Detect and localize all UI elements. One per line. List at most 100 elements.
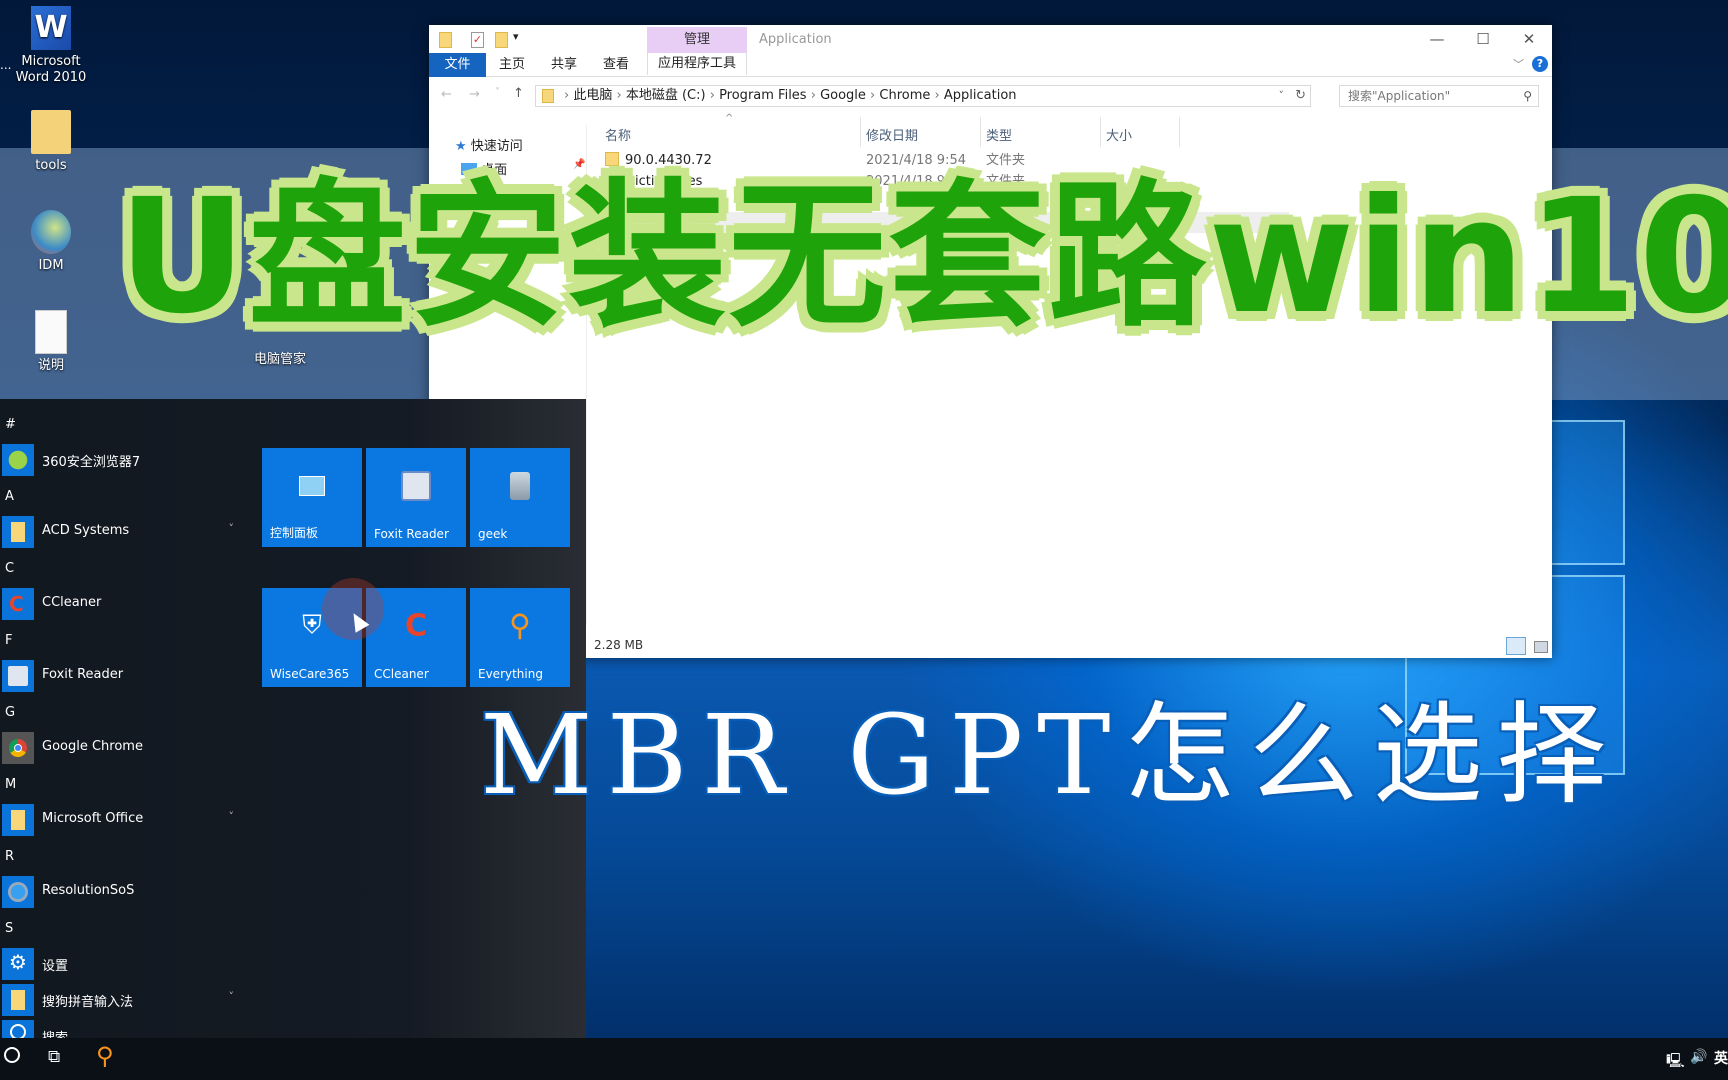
folder-icon[interactable]: [439, 32, 452, 48]
group-letter[interactable]: G: [5, 705, 15, 720]
app-item[interactable]: ResolutionSoS: [2, 876, 242, 908]
maximize-button[interactable]: ☐: [1460, 25, 1506, 53]
everything-taskbar-icon[interactable]: ⚲: [96, 1042, 114, 1070]
app-item[interactable]: C CCleaner: [2, 588, 242, 620]
tile-control-panel[interactable]: 控制面板: [262, 448, 362, 547]
column-date[interactable]: 修改日期: [866, 123, 918, 151]
nav-label: 快速访问: [470, 139, 523, 154]
tab-share[interactable]: 共享: [538, 53, 590, 77]
expand-ribbon-icon[interactable]: ﹀: [1513, 56, 1524, 72]
folder-icon: [31, 110, 71, 154]
large-icons-view-icon[interactable]: [1534, 641, 1548, 653]
desktop-icon-label: Microsoft: [21, 54, 81, 69]
tab-view[interactable]: 查看: [590, 53, 642, 77]
breadcrumb-item[interactable]: Program Files: [719, 88, 807, 103]
chevron-down-icon[interactable]: ˅: [229, 990, 235, 1003]
app-item[interactable]: ⚙ 设置: [2, 948, 242, 980]
tile-label: CCleaner: [374, 667, 429, 681]
column-size[interactable]: 大小: [1106, 123, 1132, 151]
app-item[interactable]: Google Chrome: [2, 732, 242, 764]
desktop-icon-idm[interactable]: IDM: [6, 210, 96, 274]
column-name[interactable]: 名称: [605, 123, 631, 151]
back-icon[interactable]: ←: [441, 87, 452, 102]
chevron-down-icon[interactable]: ˅: [229, 522, 235, 535]
app-item[interactable]: 360安全浏览器7: [2, 444, 242, 476]
breadcrumb-item[interactable]: 本地磁盘 (C:): [626, 88, 706, 103]
breadcrumb-item[interactable]: Application: [944, 88, 1017, 103]
close-button[interactable]: ✕: [1506, 25, 1552, 53]
star-icon: ★: [455, 139, 467, 154]
app-item[interactable]: Foxit Reader: [2, 660, 242, 692]
address-bar[interactable]: › 此电脑 › 本地磁盘 (C:) › Program Files › Goog…: [535, 85, 1311, 107]
group-letter[interactable]: F: [5, 633, 12, 648]
network-icon[interactable]: 🖳: [1666, 1050, 1685, 1074]
app-item[interactable]: ACD Systems ˅: [2, 516, 242, 548]
breadcrumb-item[interactable]: 此电脑: [573, 88, 612, 103]
ccleaner-icon: C: [404, 608, 428, 644]
desktop-icon-readme[interactable]: 说明: [6, 310, 96, 374]
desktop-icon-word[interactable]: W Microsoft Word 2010: [6, 6, 96, 86]
chevron-down-icon[interactable]: ˅: [229, 810, 235, 823]
column-divider[interactable]: [980, 117, 981, 147]
help-icon[interactable]: ?: [1532, 56, 1548, 72]
status-bar-size: 2.28 MB: [594, 638, 644, 652]
app-item[interactable]: Microsoft Office ˅: [2, 804, 242, 836]
minimize-button[interactable]: —: [1414, 25, 1460, 53]
app-label: Google Chrome: [42, 739, 143, 754]
group-letter[interactable]: A: [5, 489, 14, 504]
desktop-icon-label: IDM: [38, 258, 64, 273]
wisecare-shield-icon: ⛨: [302, 610, 322, 641]
app-label: 设置: [42, 959, 69, 974]
folder-icon: [2, 804, 34, 836]
group-letter[interactable]: M: [5, 777, 16, 792]
details-view-icon[interactable]: [1506, 637, 1526, 655]
tab-file[interactable]: 文件: [429, 53, 486, 77]
column-divider[interactable]: [860, 117, 861, 147]
tile-label: WiseCare365: [270, 667, 350, 681]
desktop-icon-label: Word 2010: [15, 70, 87, 85]
tile-geek[interactable]: geek: [470, 448, 570, 547]
search-icon[interactable]: [4, 1047, 20, 1063]
breadcrumb-item[interactable]: Chrome: [879, 88, 930, 103]
breadcrumb: › 此电脑 › 本地磁盘 (C:) › Program Files › Goog…: [564, 88, 1017, 103]
app-label: Microsoft Office: [42, 811, 144, 826]
group-letter[interactable]: R: [5, 849, 14, 864]
customize-qat-icon[interactable]: ▾: [513, 30, 519, 43]
desktop-icon-pc-manager[interactable]: 电脑管家: [235, 352, 325, 372]
tile-label: Everything: [478, 667, 543, 681]
properties-icon[interactable]: ✓: [471, 32, 484, 48]
breadcrumb-item[interactable]: Google: [820, 88, 866, 103]
everything-search-icon: ⚲: [509, 608, 531, 644]
video-subtitle-overlay: MBR GPT怎么选择: [480, 691, 1621, 819]
tile-foxit-reader[interactable]: Foxit Reader: [366, 448, 466, 547]
tab-application-tools[interactable]: 应用程序工具: [647, 53, 747, 75]
group-letter[interactable]: S: [5, 921, 13, 936]
desktop-icon-label: 说明: [37, 358, 64, 373]
taskbar: ⧉ ⚲ 🖳 🔊 英: [0, 1038, 1728, 1080]
volume-icon[interactable]: 🔊: [1690, 1049, 1707, 1065]
task-view-icon[interactable]: ⧉: [48, 1047, 60, 1067]
up-icon[interactable]: ↑: [513, 86, 524, 101]
input-language-indicator[interactable]: 英: [1714, 1048, 1728, 1068]
group-letter[interactable]: #: [5, 417, 16, 432]
app-label: 360安全浏览器7: [42, 455, 141, 470]
truncated-icon-label: ...: [0, 58, 12, 72]
desktop-icon-tools[interactable]: tools: [6, 110, 96, 174]
group-letter[interactable]: C: [5, 561, 14, 576]
address-dropdown-icon[interactable]: ˅: [1279, 86, 1285, 106]
recent-locations-icon[interactable]: ˅: [495, 87, 500, 98]
app-item[interactable]: 搜索: [2, 1020, 242, 1038]
app-item[interactable]: 搜狗拼音输入法 ˅: [2, 984, 242, 1016]
refresh-icon[interactable]: ↻: [1295, 86, 1306, 106]
tile-everything[interactable]: ⚲ Everything: [470, 588, 570, 687]
column-divider[interactable]: [1179, 117, 1180, 147]
tab-home[interactable]: 主页: [486, 53, 538, 77]
search-input[interactable]: 搜索"Application" ⚲: [1339, 85, 1539, 107]
nav-quick-access[interactable]: ★ 快速访问: [455, 135, 523, 154]
column-divider[interactable]: [1100, 117, 1101, 147]
browser-360-icon: [2, 444, 34, 476]
new-folder-icon[interactable]: [495, 32, 508, 48]
forward-icon[interactable]: →: [469, 87, 480, 102]
ccleaner-icon: C: [2, 588, 34, 620]
column-type[interactable]: 类型: [986, 123, 1012, 151]
